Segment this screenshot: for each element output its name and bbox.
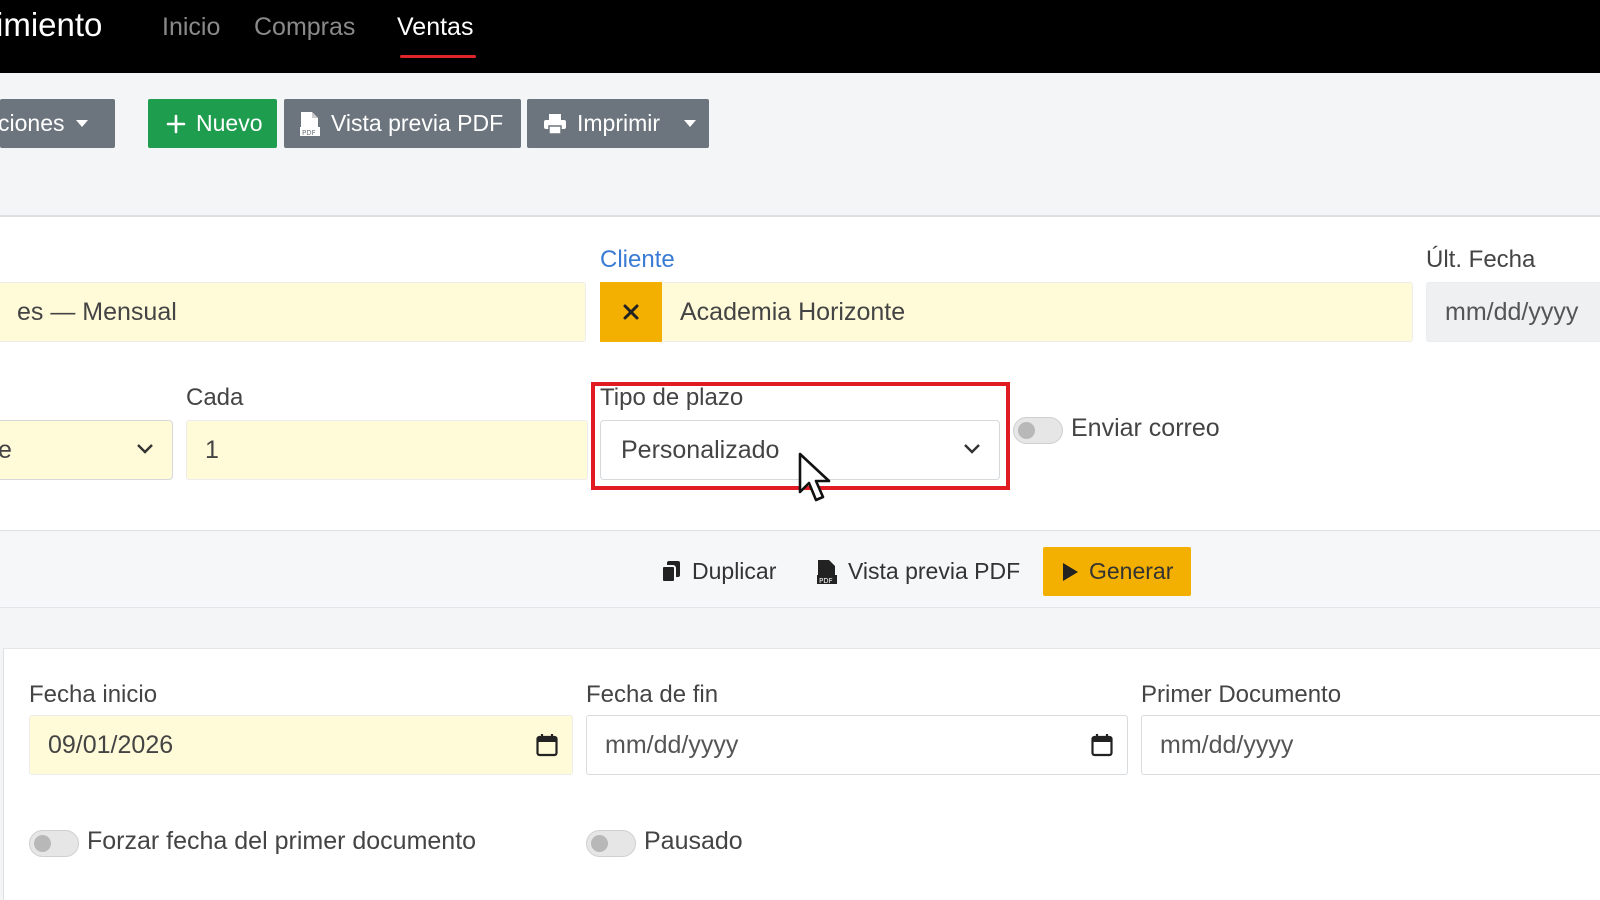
name-value: es — Mensual: [17, 297, 177, 326]
top-navbar: imiento Inicio Compras Ventas: [0, 0, 1600, 73]
mouse-cursor-icon: [798, 452, 831, 502]
pdf-label: Vista previa PDF: [331, 110, 504, 136]
fecha-inicio-label: Fecha inicio: [29, 681, 158, 708]
form-action-bar: Duplicar PDF Vista previa PDF Generar: [0, 532, 1600, 608]
opciones-label: ciones: [0, 110, 65, 136]
ult-fecha-placeholder: mm/dd/yyyy: [1445, 297, 1579, 326]
fecha-fin-input[interactable]: mm/dd/yyyy: [586, 715, 1128, 775]
cliente-input[interactable]: Academia Horizonte: [662, 282, 1413, 342]
ult-fecha-label: Últ. Fecha: [1426, 246, 1536, 273]
name-input[interactable]: es — Mensual: [0, 282, 586, 342]
pausado-label: Pausado: [644, 827, 743, 855]
clear-cliente-button[interactable]: [600, 282, 662, 342]
active-nav-indicator: [400, 55, 476, 58]
cada-label: Cada: [186, 384, 244, 411]
fecha-fin-label: Fecha de fin: [586, 681, 719, 708]
pdf-file-icon: PDF: [300, 111, 320, 137]
duplicar-label: Duplicar: [692, 558, 777, 584]
opciones-dropdown-button[interactable]: ciones: [0, 99, 115, 148]
vista-previa-pdf-button[interactable]: PDF Vista previa PDF: [284, 99, 521, 148]
svg-text:PDF: PDF: [302, 129, 316, 137]
fecha-fin-placeholder: mm/dd/yyyy: [605, 730, 739, 759]
svg-text:PDF: PDF: [819, 577, 833, 585]
copy-icon: [661, 560, 680, 583]
imprimir-split-button[interactable]: Imprimir: [527, 99, 709, 148]
ult-fecha-input[interactable]: mm/dd/yyyy: [1426, 282, 1600, 342]
period-select[interactable]: e: [0, 420, 173, 480]
primer-documento-input[interactable]: mm/dd/yyyy: [1141, 715, 1600, 775]
caret-down-icon: [76, 120, 89, 127]
fecha-inicio-input[interactable]: 09/01/2026: [29, 715, 573, 775]
nuevo-button[interactable]: Nuevo: [148, 99, 277, 148]
printer-icon: [544, 113, 566, 135]
enviar-correo-toggle[interactable]: [1013, 417, 1063, 444]
calendar-icon[interactable]: [536, 733, 558, 757]
vista-previa-pdf-footer-button[interactable]: PDF Vista previa PDF: [816, 547, 1020, 596]
nav-link-compras[interactable]: Compras: [254, 13, 355, 42]
toolbar: ciones Nuevo PDF Vista previa PDF Imprim…: [0, 73, 1600, 217]
primer-documento-label: Primer Documento: [1141, 681, 1342, 708]
close-icon: [623, 304, 639, 320]
enviar-correo-label: Enviar correo: [1071, 414, 1220, 442]
app-brand: imiento: [0, 6, 103, 43]
generar-label: Generar: [1089, 558, 1174, 584]
nuevo-label: Nuevo: [196, 110, 263, 136]
calendar-icon[interactable]: [1091, 733, 1113, 757]
fecha-inicio-value: 09/01/2026: [48, 730, 174, 759]
play-icon: [1063, 562, 1078, 581]
cliente-value: Academia Horizonte: [680, 297, 906, 326]
cada-input[interactable]: 1: [186, 420, 588, 480]
chevron-down-icon: [137, 444, 153, 454]
nav-link-ventas[interactable]: Ventas: [397, 13, 473, 42]
pdf-footer-label: Vista previa PDF: [848, 558, 1021, 584]
duplicar-button[interactable]: Duplicar: [660, 547, 776, 596]
plus-icon: [166, 114, 186, 133]
primer-documento-placeholder: mm/dd/yyyy: [1160, 730, 1294, 759]
nav-link-inicio[interactable]: Inicio: [162, 13, 220, 42]
caret-down-icon[interactable]: [684, 120, 697, 127]
pausado-toggle[interactable]: [586, 830, 636, 857]
generar-button[interactable]: Generar: [1043, 547, 1192, 596]
cada-value: 1: [205, 435, 219, 464]
forzar-fecha-label: Forzar fecha del primer documento: [87, 827, 477, 855]
imprimir-label: Imprimir: [577, 110, 661, 136]
forzar-fecha-toggle[interactable]: [29, 830, 79, 857]
pdf-file-icon: PDF: [817, 559, 837, 585]
period-select-value: e: [0, 435, 12, 464]
cliente-label: Cliente: [600, 246, 675, 273]
